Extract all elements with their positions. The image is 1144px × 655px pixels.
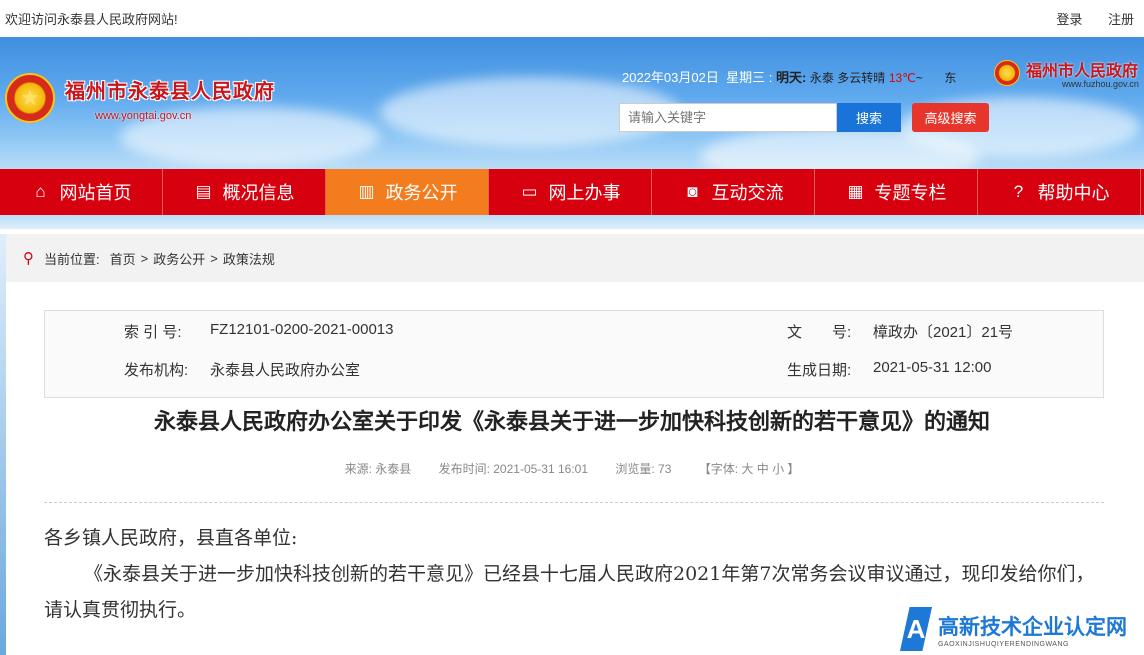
document-icon: ▤	[195, 182, 212, 201]
chat-icon: ◙	[687, 182, 698, 201]
national-emblem-icon: ★	[5, 73, 55, 123]
search-input[interactable]	[619, 103, 837, 132]
salutation: 各乡镇人民政府，县直各单位:	[44, 527, 298, 549]
nav-label: 帮助中心	[1037, 183, 1110, 203]
document-meta: 索 引 号: FZ12101-0200-2021-00013 文 号: 樟政办〔…	[44, 310, 1104, 398]
nav-home[interactable]: ⌂ 网站首页	[0, 169, 163, 215]
article-views: 浏览量: 73	[615, 462, 672, 476]
site-logo[interactable]: ★ 福州市永泰县人民政府 www.yongtai.gov.cn	[5, 73, 275, 123]
breadcrumb-home[interactable]: 首页	[110, 249, 136, 268]
doc-number-value: 樟政办〔2021〕21号	[873, 324, 1014, 341]
search-area: 搜索 高级搜索	[619, 103, 989, 132]
watermark-logo: A 高新技术企业认定网 GAOXINJISHUQIYERENDINGWANG	[900, 607, 1127, 651]
nav-label: 网上办事	[548, 183, 621, 203]
location-pin-icon: ⚲	[23, 250, 34, 267]
date-value: 2021-05-31 12:00	[873, 359, 992, 376]
article-source: 来源: 永泰县	[344, 462, 412, 476]
grid-icon: ▦	[847, 182, 864, 201]
article-title: 永泰县人民政府办公室关于印发《永泰县关于进一步加快科技创新的若干意见》的通知	[153, 409, 990, 434]
wind-text: 东	[944, 71, 957, 85]
org-label: 发布机构:	[124, 362, 189, 379]
index-label: 索 引 号:	[124, 324, 182, 341]
nav-overview[interactable]: ▤ 概况信息	[163, 169, 326, 215]
help-icon: ?	[1013, 182, 1024, 201]
main-nav: ⌂ 网站首页 ▤ 概况信息 ▥ 政务公开 ▭ 网上办事 ◙ 互动交流 ▦ 专题专栏 ? 帮助中…	[0, 169, 1144, 215]
temperature: 13℃	[888, 71, 916, 85]
index-value: FZ12101-0200-2021-00013	[210, 321, 394, 338]
breadcrumb-policy[interactable]: 政策法规	[223, 249, 275, 268]
welcome-text: 欢迎访问永泰县人民政府网站!	[5, 12, 178, 27]
org-value: 永泰县人民政府办公室	[210, 362, 361, 379]
home-icon: ⌂	[35, 182, 46, 201]
weather-text: 永泰 多云转晴	[809, 71, 886, 85]
breadcrumb-sep: >	[210, 250, 218, 266]
login-link[interactable]: 登录	[1056, 12, 1082, 27]
doc-number-label: 文 号:	[787, 324, 852, 341]
nav-gov-affairs[interactable]: ▥ 政务公开	[326, 169, 489, 215]
breadcrumb: ⚲ 当前位置: 首页 > 政务公开 > 政策法规	[6, 234, 1144, 282]
fuzhou-title: 福州市人民政府	[1026, 63, 1139, 80]
article-info: 来源: 永泰县 发布时间: 2021-05-31 16:01 浏览量: 73 【…	[0, 460, 1144, 477]
header-banner: ★ 福州市永泰县人民政府 www.yongtai.gov.cn 2022年03月…	[0, 37, 1144, 169]
folder-icon: ▥	[358, 182, 375, 201]
weather-label: 明天:	[775, 70, 807, 85]
nav-label: 政务公开	[385, 183, 458, 203]
divider	[44, 502, 1104, 503]
watermark-sub: GAOXINJISHUQIYERENDINGWANG	[938, 640, 1069, 648]
site-url: www.yongtai.gov.cn	[95, 109, 192, 122]
date-weather: 2022年03月02日 星期三 : 明天: 永泰 多云转晴 13℃~ 东	[622, 70, 957, 85]
nav-label: 专题专栏	[874, 183, 947, 203]
date-label: 生成日期:	[787, 362, 852, 379]
search-button[interactable]: 搜索	[837, 103, 901, 132]
site-title: 福州市永泰县人民政府	[65, 80, 275, 103]
watermark-a-icon: A	[900, 607, 932, 651]
weekday-text: 星期三	[726, 70, 766, 85]
nav-interaction[interactable]: ◙ 互动交流	[652, 169, 815, 215]
main-content: ⚲ 当前位置: 首页 > 政务公开 > 政策法规 索 引 号: FZ12101-…	[0, 234, 1144, 655]
fuzhou-gov-link[interactable]: 福州市人民政府 www.fuzhou.gov.cn	[994, 57, 1139, 89]
breadcrumb-label: 当前位置:	[44, 251, 100, 267]
advanced-search-button[interactable]: 高级搜索	[912, 103, 989, 132]
date-text: 2022年03月02日	[622, 70, 719, 85]
top-bar: 欢迎访问永泰县人民政府网站! 登录 注册	[0, 0, 1144, 37]
breadcrumb-gov-affairs[interactable]: 政务公开	[153, 249, 205, 268]
nav-label: 互动交流	[711, 183, 784, 203]
article-published: 发布时间: 2021-05-31 16:01	[438, 462, 589, 476]
fuzhou-emblem-icon	[994, 60, 1020, 86]
nav-label: 概况信息	[222, 183, 295, 203]
monitor-icon: ▭	[521, 182, 538, 201]
font-size-control[interactable]: 【字体: 大 中 小 】	[699, 462, 800, 476]
nav-online-service[interactable]: ▭ 网上办事	[489, 169, 652, 215]
nav-topics[interactable]: ▦ 专题专栏	[815, 169, 978, 215]
temp-separator: ~	[915, 71, 923, 85]
nav-label: 网站首页	[59, 183, 132, 203]
watermark-title: 高新技术企业认定网	[938, 615, 1127, 639]
register-link[interactable]: 注册	[1108, 12, 1134, 27]
nav-help[interactable]: ? 帮助中心	[978, 169, 1141, 215]
fuzhou-url: www.fuzhou.gov.cn	[1062, 79, 1139, 89]
breadcrumb-sep: >	[140, 250, 149, 266]
